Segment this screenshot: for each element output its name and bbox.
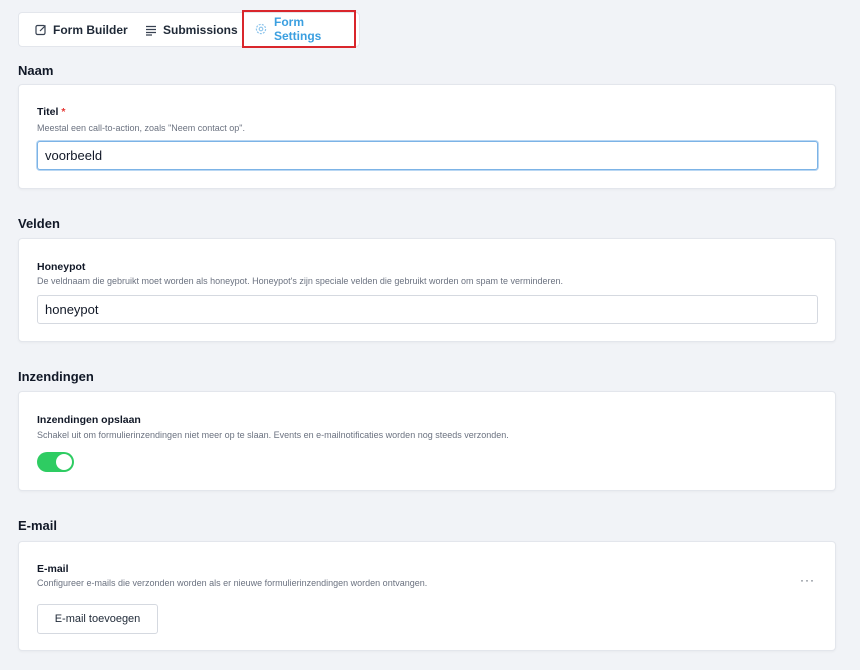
section-title-velden: Velden	[18, 216, 60, 231]
field-label-inzendingen-opslaan: Inzendingen opslaan	[37, 414, 141, 426]
edit-icon	[34, 23, 48, 37]
section-title-email: E-mail	[18, 518, 58, 533]
help-text-inzendingen: Schakel uit om formulierinzendingen niet…	[37, 430, 509, 440]
section-title-naam: Naam	[18, 63, 54, 78]
tab-label: Submissions	[163, 22, 238, 37]
help-text-titel: Meestal een call-to-action, zoals "Neem …	[37, 123, 245, 133]
field-label-titel: Titel *	[37, 106, 66, 118]
tab-label: Form Builder	[53, 22, 128, 37]
card-velden: Honeypot De veldnaam die gebruikt moet w…	[18, 238, 836, 342]
required-mark: *	[61, 106, 66, 118]
toggle-knob	[56, 454, 72, 470]
tab-form-settings[interactable]: Form Settings	[242, 10, 356, 48]
card-inzendingen: Inzendingen opslaan Schakel uit om formu…	[18, 391, 836, 491]
list-icon	[144, 23, 158, 37]
honeypot-input[interactable]	[37, 295, 818, 324]
tab-bar: Form Builder Submissions Form Settings	[18, 10, 360, 48]
titel-input[interactable]	[37, 141, 818, 170]
tab-form-builder[interactable]: Form Builder	[34, 13, 128, 46]
help-text-email: Configureer e-mails die verzonden worden…	[37, 578, 428, 588]
field-label-email: E-mail	[37, 563, 69, 575]
tab-label: Form Settings	[274, 15, 322, 43]
card-naam: Titel * Meestal een call-to-action, zoals…	[18, 84, 836, 189]
field-label-text: Titel	[37, 106, 59, 118]
save-submissions-toggle[interactable]	[37, 452, 74, 472]
more-options-icon[interactable]: ···	[800, 574, 815, 586]
tab-submissions[interactable]: Submissions	[144, 13, 238, 46]
section-title-inzendingen: Inzendingen	[18, 369, 94, 384]
card-email: E-mail Configureer e-mails die verzonden…	[18, 541, 836, 651]
help-text-honeypot: De veldnaam die gebruikt moet worden als…	[37, 276, 564, 286]
field-label-honeypot: Honeypot	[37, 261, 86, 273]
gear-icon	[254, 22, 268, 36]
add-email-button[interactable]: E-mail toevoegen	[37, 604, 158, 634]
